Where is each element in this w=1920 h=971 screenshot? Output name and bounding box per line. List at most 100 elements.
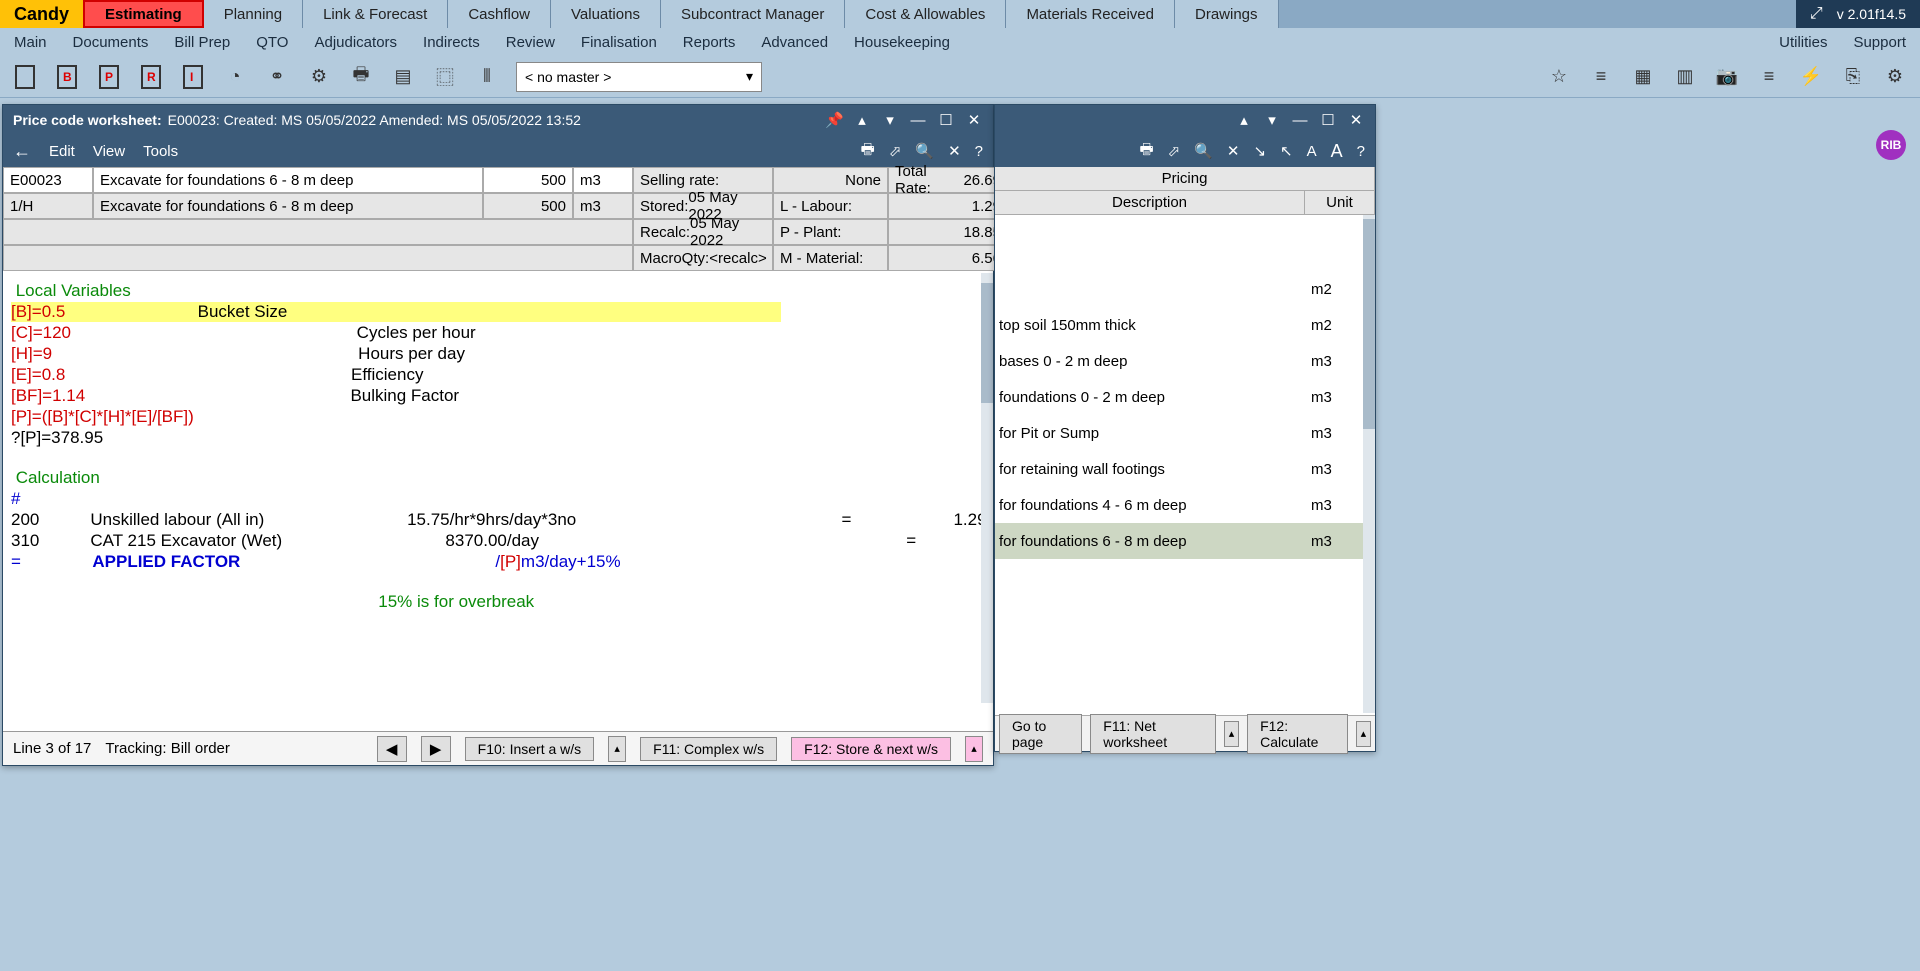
f10-button[interactable]: F10: Insert a w/s <box>465 737 594 761</box>
list-item[interactable]: m2 <box>995 271 1375 307</box>
form-icon[interactable]: ⿴ <box>432 64 458 90</box>
rt-vscrollbar[interactable] <box>1363 215 1375 713</box>
list-item[interactable]: for foundations 4 - 6 m deepm3 <box>995 487 1375 523</box>
gear-icon[interactable]: ⚙ <box>306 64 332 90</box>
back-icon[interactable]: ← <box>13 141 31 162</box>
menu-indirects[interactable]: Indirects <box>423 34 480 51</box>
list-item[interactable]: top soil 150mm thickm2 <box>995 307 1375 343</box>
rt-font-large-icon[interactable]: A <box>1331 141 1343 162</box>
doc-p-icon[interactable] <box>96 64 122 90</box>
rt-font-small-icon[interactable]: A <box>1307 143 1317 160</box>
tab-cost-allowables[interactable]: Cost & Allowables <box>845 0 1006 28</box>
submenu-view[interactable]: View <box>93 143 125 160</box>
menu-adjudicators[interactable]: Adjudicators <box>314 34 397 51</box>
rt-f12-button[interactable]: F12: Calculate <box>1247 714 1348 754</box>
tab-link-forecast[interactable]: Link & Forecast <box>303 0 448 28</box>
menu-review[interactable]: Review <box>506 34 555 51</box>
page-icon[interactable]: ▥ <box>1672 64 1698 90</box>
tab-materials-received[interactable]: Materials Received <box>1006 0 1175 28</box>
rt-search-icon[interactable]: 🔍 <box>1194 142 1213 160</box>
rt-arrow-down-icon[interactable]: ▾ <box>1263 111 1281 129</box>
new-doc-icon[interactable] <box>12 64 38 90</box>
menu-bill-prep[interactable]: Bill Prep <box>174 34 230 51</box>
f10-up[interactable]: ▴ <box>608 736 626 762</box>
rt-title-bar[interactable]: ▴ ▾ ― ☐ ✕ <box>995 105 1375 135</box>
list-item[interactable]: for retaining wall footingsm3 <box>995 451 1375 487</box>
search-icon[interactable]: 🔍 <box>915 142 934 160</box>
tab-estimating[interactable]: Estimating <box>83 0 204 28</box>
rt-close-icon[interactable]: ✕ <box>1347 111 1365 129</box>
next-button[interactable]: ▶ <box>421 736 451 762</box>
tab-planning[interactable]: Planning <box>204 0 303 28</box>
export-icon[interactable]: ⎘ <box>1840 64 1866 90</box>
pin-icon[interactable]: 📌 <box>825 111 843 129</box>
list-item-selected[interactable]: for foundations 6 - 8 m deepm3 <box>995 523 1375 559</box>
close-icon[interactable]: ✕ <box>965 111 983 129</box>
rt-help-icon[interactable]: ? <box>1357 143 1365 160</box>
doc-b-icon[interactable] <box>54 64 80 90</box>
menu-qto[interactable]: QTO <box>256 34 288 51</box>
ws-vscrollbar[interactable] <box>981 273 993 703</box>
menu-support[interactable]: Support <box>1853 34 1906 51</box>
rt-print-icon[interactable]: 🖶 <box>1139 139 1153 164</box>
arrow-up-icon[interactable]: ▴ <box>853 111 871 129</box>
submenu-tools[interactable]: Tools <box>143 143 178 160</box>
rt-desc-label[interactable]: Description <box>995 191 1305 214</box>
maximize-icon[interactable]: ☐ <box>937 111 955 129</box>
rt-popout-icon[interactable]: ⬀ <box>1168 142 1181 160</box>
settings-icon[interactable]: ⚙ <box>1882 64 1908 90</box>
doc-r-icon[interactable] <box>138 64 164 90</box>
rt-unit-label[interactable]: Unit <box>1305 191 1375 214</box>
master-select[interactable]: < no master > ▾ <box>516 62 762 92</box>
menu-main[interactable]: Main <box>14 34 47 51</box>
arrow-down-icon[interactable]: ▾ <box>881 111 899 129</box>
f12-button[interactable]: F12: Store & next w/s <box>791 737 951 761</box>
rt-minimize-icon[interactable]: ― <box>1291 112 1309 129</box>
print-icon[interactable]: 🖶 <box>348 64 374 90</box>
rt-arrow-ul-icon[interactable]: ↖ <box>1280 142 1293 160</box>
pie-chart-icon[interactable]: ◔ <box>222 64 248 90</box>
expand-icon[interactable]: ⤢ <box>1810 5 1823 23</box>
menu-finalisation[interactable]: Finalisation <box>581 34 657 51</box>
rib-badge[interactable]: RIB <box>1876 130 1906 160</box>
close2-icon[interactable]: ✕ <box>948 142 961 160</box>
ws-vscroll-thumb[interactable] <box>981 283 993 403</box>
menu-advanced[interactable]: Advanced <box>761 34 828 51</box>
popout-icon[interactable]: ⬀ <box>889 142 902 160</box>
f12-up[interactable]: ▴ <box>965 736 983 762</box>
prev-button[interactable]: ◀ <box>377 736 407 762</box>
tab-valuations[interactable]: Valuations <box>551 0 661 28</box>
menu-documents[interactable]: Documents <box>73 34 149 51</box>
list-icon[interactable]: ▤ <box>390 64 416 90</box>
users-icon[interactable]: ⚭ <box>264 64 290 90</box>
bolt-icon[interactable]: ⚡ <box>1798 64 1824 90</box>
rt-vscroll-thumb[interactable] <box>1363 219 1375 429</box>
list-item[interactable]: foundations 0 - 2 m deepm3 <box>995 379 1375 415</box>
tab-subcontract-manager[interactable]: Subcontract Manager <box>661 0 845 28</box>
menu-reports[interactable]: Reports <box>683 34 736 51</box>
rt-maximize-icon[interactable]: ☐ <box>1319 111 1337 129</box>
star-icon[interactable]: ☆ <box>1546 64 1572 90</box>
list-item[interactable]: bases 0 - 2 m deepm3 <box>995 343 1375 379</box>
menu-utilities[interactable]: Utilities <box>1779 34 1827 51</box>
minimize-icon[interactable]: ― <box>909 112 927 129</box>
goto-page-button[interactable]: Go to page <box>999 714 1082 754</box>
help-icon[interactable]: ? <box>975 143 983 160</box>
submenu-edit[interactable]: Edit <box>49 143 75 160</box>
doc-i-icon[interactable] <box>180 64 206 90</box>
rt-f12-up[interactable]: ▴ <box>1356 721 1371 747</box>
menu-housekeeping[interactable]: Housekeeping <box>854 34 950 51</box>
camera-icon[interactable]: 📷 <box>1714 64 1740 90</box>
code-editor[interactable]: Local Variables [B]=0.5 Bucket Size [C]=… <box>3 271 993 691</box>
tab-cashflow[interactable]: Cashflow <box>448 0 551 28</box>
rt-f11-button[interactable]: F11: Net worksheet <box>1090 714 1216 754</box>
rt-close2-icon[interactable]: ✕ <box>1227 142 1240 160</box>
calculator-icon[interactable]: ▦ <box>1630 64 1656 90</box>
print2-icon[interactable]: 🖶 <box>861 139 875 164</box>
tab-drawings[interactable]: Drawings <box>1175 0 1279 28</box>
rt-arrow-dr-icon[interactable]: ↘ <box>1253 142 1266 160</box>
f11-button[interactable]: F11: Complex w/s <box>640 737 777 761</box>
rt-f11-up[interactable]: ▴ <box>1224 721 1239 747</box>
worksheet-title-bar[interactable]: Price code worksheet: E00023: Created: M… <box>3 105 993 135</box>
rt-arrow-up-icon[interactable]: ▴ <box>1235 111 1253 129</box>
